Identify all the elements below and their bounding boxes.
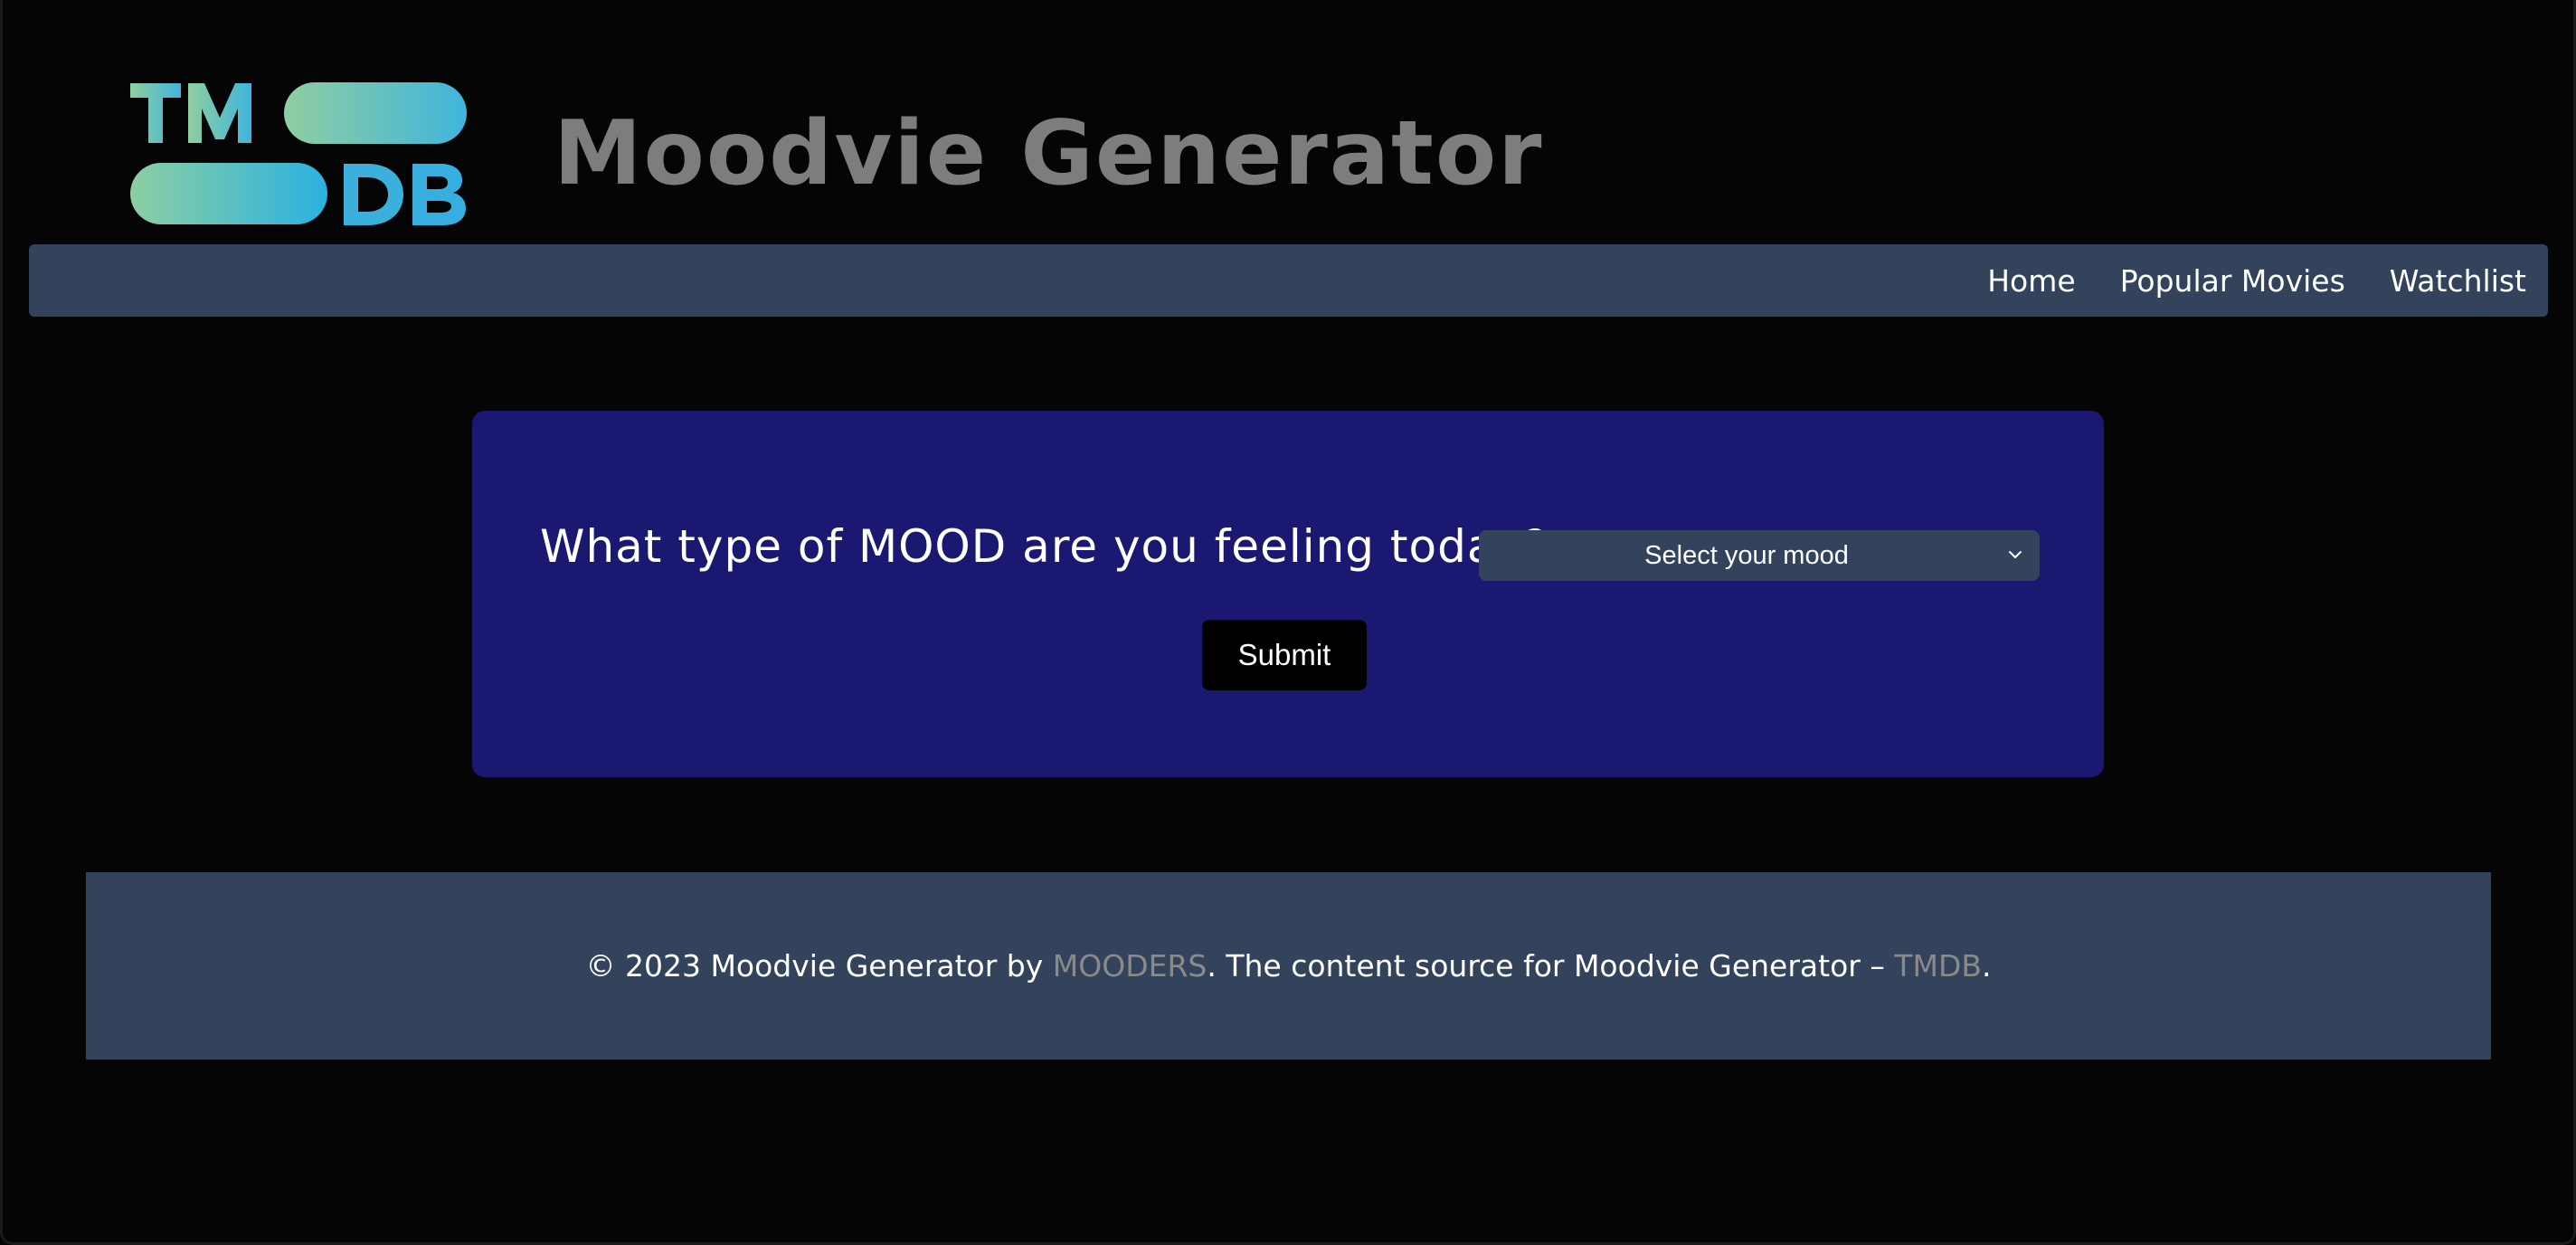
navbar: Home Popular Movies Watchlist (29, 244, 2548, 317)
mood-question: What type of MOOD are you feeling today? (540, 520, 1548, 573)
footer-author-link[interactable]: MOODERS (1053, 948, 1208, 984)
mood-form-card: What type of MOOD are you feeling today?… (472, 411, 2104, 777)
site-title: Moodvie Generator (554, 102, 1544, 205)
nav-home-link[interactable]: Home (1987, 263, 2075, 299)
chevron-down-icon (2009, 551, 2022, 558)
footer-period: . (1982, 948, 1992, 984)
submit-button[interactable]: Submit (1202, 620, 1367, 690)
nav-links: Home Popular Movies Watchlist (1987, 244, 2526, 317)
footer-tmdb-link[interactable]: TMDB (1894, 948, 1982, 984)
footer-source-text: . The content source for Moodvie Generat… (1207, 948, 1895, 984)
footer-copyright: © 2023 Moodvie Generator by (585, 948, 1053, 984)
footer-text: © 2023 Moodvie Generator by MOODERS. The… (86, 872, 2491, 1060)
mood-select[interactable]: Select your mood (1479, 530, 2040, 581)
nav-watchlist-link[interactable]: Watchlist (2390, 263, 2526, 299)
mood-select-value: Select your mood (1644, 541, 1849, 570)
footer: © 2023 Moodvie Generator by MOODERS. The… (86, 872, 2491, 1060)
tmdb-logo[interactable] (128, 80, 469, 228)
nav-popular-movies-link[interactable]: Popular Movies (2120, 263, 2345, 299)
